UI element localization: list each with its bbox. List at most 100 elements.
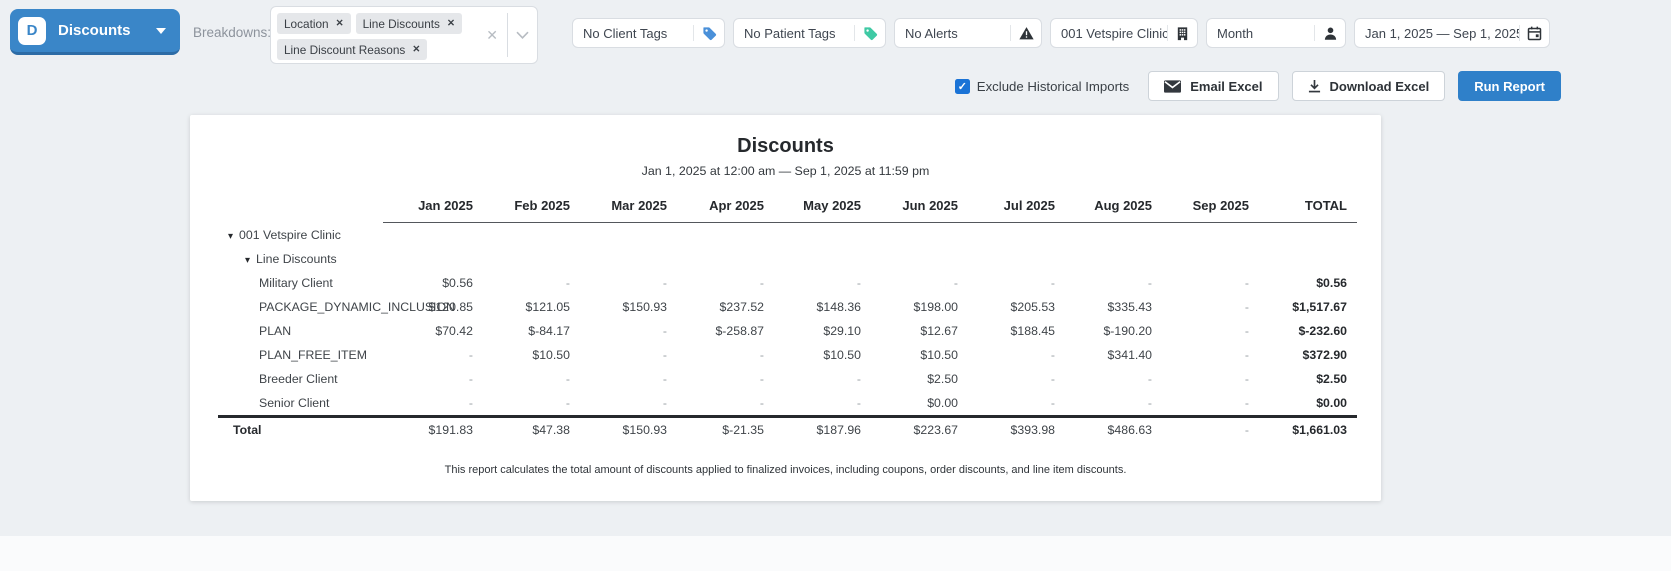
table-cell: [383, 247, 473, 271]
table-row: Military Client$0.56--------$0.56: [218, 271, 1357, 295]
column-header: May 2025: [764, 193, 861, 223]
report-letter-icon: D: [18, 17, 46, 45]
breakdown-tag[interactable]: Line Discount Reasons ✕: [277, 39, 427, 60]
table-cell: -: [1152, 295, 1249, 319]
table-cell: $335.43: [1055, 295, 1152, 319]
client-tags-filter[interactable]: No Client Tags: [572, 18, 725, 48]
table-cell: $1,517.67: [1249, 295, 1357, 319]
x-icon[interactable]: ✕: [412, 44, 420, 55]
row-label-text: 001 Vetspire Clinic: [239, 228, 341, 242]
table-cell: $-258.87: [667, 319, 764, 343]
row-label[interactable]: ▾ Line Discounts: [218, 247, 383, 271]
column-header: Mar 2025: [570, 193, 667, 223]
email-excel-label: Email Excel: [1190, 79, 1262, 94]
table-cell: -: [958, 367, 1055, 391]
interval-filter[interactable]: Month: [1206, 18, 1346, 48]
table-row: PLAN$70.42$-84.17-$-258.87$29.10$12.67$1…: [218, 319, 1357, 343]
table-cell: $12.67: [861, 319, 958, 343]
tree-caret-icon[interactable]: ▾: [228, 231, 233, 242]
alerts-filter[interactable]: No Alerts: [894, 18, 1042, 48]
x-icon[interactable]: ✕: [447, 18, 455, 29]
table-cell: $223.67: [861, 416, 958, 442]
table-cell: -: [570, 343, 667, 367]
table-cell: [958, 247, 1055, 271]
date-range-filter[interactable]: Jan 1, 2025 — Sep 1, 2025: [1354, 18, 1550, 48]
breakdown-tag-label: Line Discounts: [363, 17, 440, 31]
table-cell: [570, 247, 667, 271]
row-label[interactable]: ▾ 001 Vetspire Clinic: [218, 223, 383, 247]
patient-tags-filter[interactable]: No Patient Tags: [733, 18, 886, 48]
table-cell: -: [570, 367, 667, 391]
checkbox-checked-icon[interactable]: ✓: [955, 79, 970, 94]
table-cell: $121.05: [473, 295, 570, 319]
table-cell: -: [764, 271, 861, 295]
table-cell: [1152, 247, 1249, 271]
chevron-down-icon[interactable]: [508, 31, 537, 39]
exclude-historical-checkbox[interactable]: ✓ Exclude Historical Imports: [955, 79, 1129, 94]
column-header: Feb 2025: [473, 193, 570, 223]
table-cell: $148.36: [764, 295, 861, 319]
table-cell: $237.52: [667, 295, 764, 319]
table-cell: -: [383, 343, 473, 367]
table-cell: -: [1152, 367, 1249, 391]
table-cell: $0.56: [383, 271, 473, 295]
row-label: Senior Client: [218, 391, 383, 417]
row-label-text: PACKAGE_DYNAMIC_INCLUSION: [259, 300, 455, 314]
table-cell: -: [1055, 391, 1152, 417]
row-label-text: Line Discounts: [256, 252, 337, 266]
alert-icon: [1011, 26, 1041, 41]
table-cell: [958, 223, 1055, 247]
table-cell: [861, 247, 958, 271]
breakdown-tag-label: Line Discount Reasons: [284, 43, 405, 57]
row-label-text: Breeder Client: [259, 372, 338, 386]
table-cell: -: [958, 391, 1055, 417]
table-cell: $0.00: [861, 391, 958, 417]
table-cell: -: [1152, 271, 1249, 295]
location-filter[interactable]: 001 Vetspire Clinic: [1050, 18, 1198, 48]
table-row: ▾ 001 Vetspire Clinic: [218, 223, 1357, 247]
row-label: PLAN: [218, 319, 383, 343]
table-cell: $188.45: [958, 319, 1055, 343]
table-cell: -: [1152, 343, 1249, 367]
total-row-label: Total: [218, 416, 383, 442]
bottom-strip: [0, 536, 1671, 571]
table-cell: -: [1152, 319, 1249, 343]
table-cell: -: [570, 271, 667, 295]
table-body: ▾001 Vetspire Clinic▾Line DiscountsMilit…: [218, 223, 1357, 442]
table-cell: -: [1152, 391, 1249, 417]
actions-row: ✓ Exclude Historical Imports Email Excel…: [955, 71, 1561, 101]
breakdown-tag[interactable]: Location ✕: [277, 13, 351, 34]
breakdown-tag[interactable]: Line Discounts ✕: [356, 13, 462, 34]
table-cell: -: [958, 271, 1055, 295]
table-cell: $341.40: [1055, 343, 1152, 367]
filter-bar: No Client Tags No Patient Tags No Alerts…: [572, 18, 1550, 48]
column-header: Sep 2025: [1152, 193, 1249, 223]
report-card: Discounts Jan 1, 2025 at 12:00 am — Sep …: [190, 115, 1381, 501]
table-row: PLAN_FREE_ITEM-$10.50--$10.50$10.50-$341…: [218, 343, 1357, 367]
run-report-button[interactable]: Run Report: [1458, 71, 1561, 101]
table-cell: [861, 223, 958, 247]
download-excel-button[interactable]: Download Excel: [1292, 71, 1446, 101]
table-cell: [1249, 223, 1357, 247]
report-picker-button[interactable]: D Discounts: [10, 9, 180, 55]
breakdowns-multiselect[interactable]: Location ✕ Line Discounts ✕ Line Discoun…: [270, 6, 538, 64]
table-cell: [667, 247, 764, 271]
table-cell: -: [764, 367, 861, 391]
table-cell: -: [570, 319, 667, 343]
x-icon[interactable]: ✕: [336, 18, 344, 29]
email-excel-button[interactable]: Email Excel: [1148, 71, 1278, 101]
column-header: Jul 2025: [958, 193, 1055, 223]
table-cell: $393.98: [958, 416, 1055, 442]
row-label-header: [218, 193, 383, 223]
column-header: Apr 2025: [667, 193, 764, 223]
tree-caret-icon[interactable]: ▾: [245, 255, 250, 266]
table-cell: -: [764, 391, 861, 417]
discounts-table: Jan 2025Feb 2025Mar 2025Apr 2025May 2025…: [218, 193, 1357, 442]
filter-value: No Client Tags: [583, 26, 667, 41]
table-cell: $2.50: [861, 367, 958, 391]
report-title: Discounts: [190, 135, 1381, 158]
breakdowns-label: Breakdowns:: [193, 25, 271, 40]
table-row: Breeder Client-----$2.50---$2.50: [218, 367, 1357, 391]
table-cell: [1152, 223, 1249, 247]
clear-icon[interactable]: ✕: [477, 27, 507, 44]
